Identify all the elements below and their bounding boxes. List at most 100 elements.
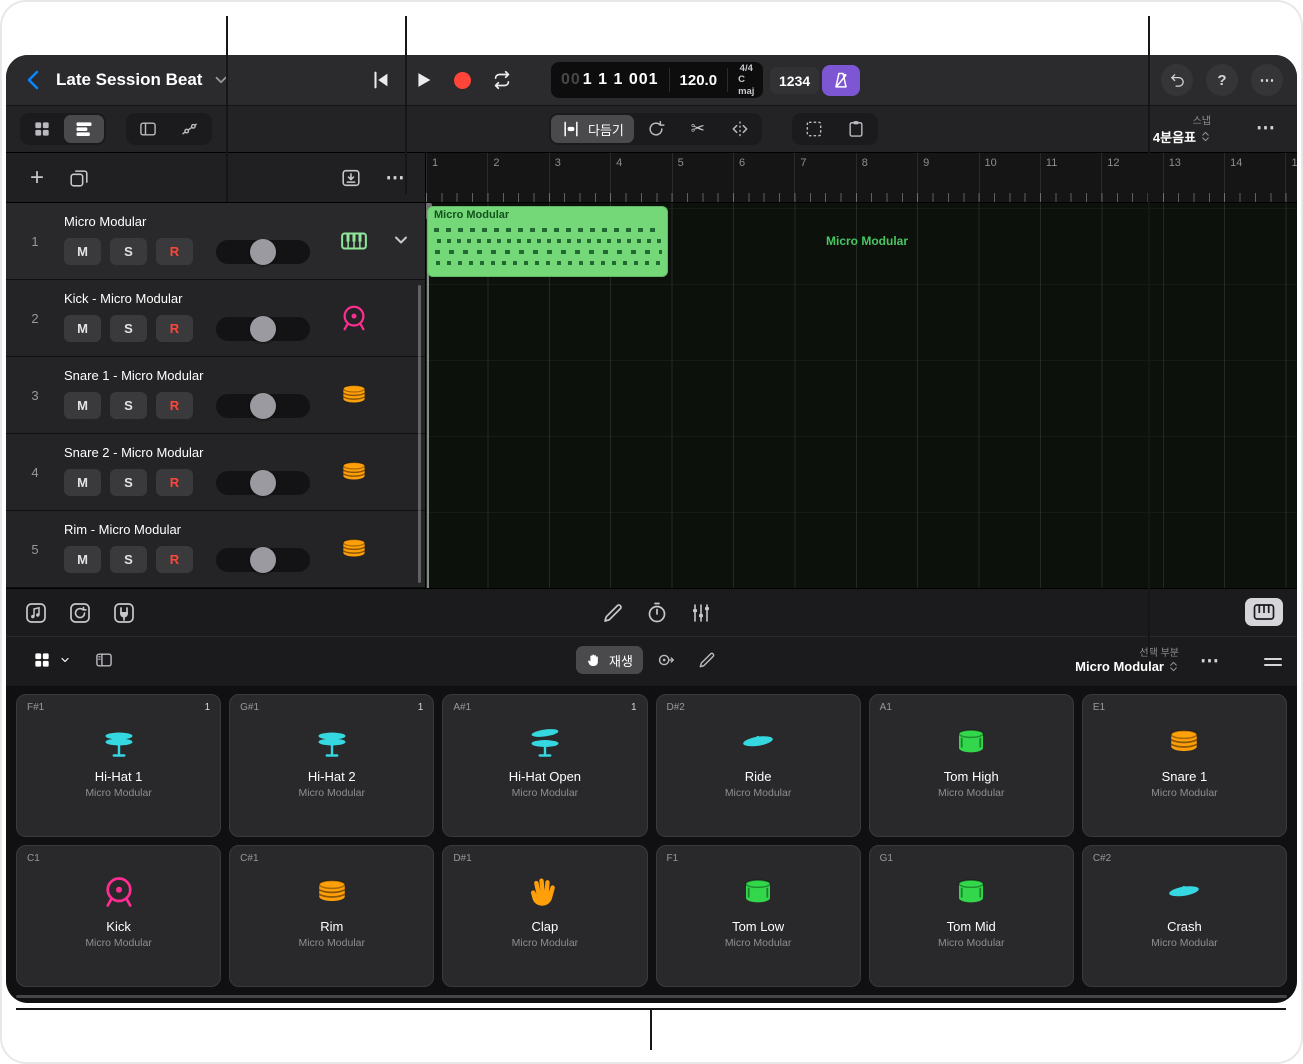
grid-view-button[interactable] [22,115,62,143]
automation-button[interactable] [170,115,210,143]
record-button[interactable] [454,72,471,89]
more-options-button[interactable]: ⋯ [1251,64,1283,96]
record-enable-button[interactable]: R [156,546,193,573]
tracks-view-button[interactable] [64,115,104,143]
back-button[interactable] [22,68,46,92]
solo-button[interactable]: S [110,469,147,496]
pad-sidebar-button[interactable] [84,646,124,674]
volume-slider[interactable] [216,471,310,495]
surface-handle-button[interactable] [1255,649,1281,675]
drum-pad[interactable]: F1 Tom Low Micro Modular [656,845,861,988]
pad-note-label: D#2 [667,702,685,713]
volume-slider[interactable] [216,548,310,572]
track-list-scrollbar[interactable] [418,285,421,583]
snap-setting[interactable]: 스냅 4분음표 [1153,112,1211,146]
track-row[interactable]: 2 Kick - Micro Modular M S R [6,280,425,357]
save-to-track-button[interactable] [338,165,364,191]
record-enable-button[interactable]: R [156,238,193,265]
record-enable-button[interactable]: R [156,392,193,419]
track-row[interactable]: 1 Micro Modular M S R [6,203,425,280]
volume-knob[interactable] [250,547,276,573]
snare-icon [1166,724,1202,760]
plugins-button[interactable] [112,601,136,625]
split-tool-button[interactable]: ✂ [678,115,718,143]
track-row[interactable]: 5 Rim - Micro Modular M S R [6,511,425,588]
mute-button[interactable]: M [64,546,101,573]
record-enable-button[interactable]: R [156,469,193,496]
pad-grid-view-button[interactable] [22,646,81,674]
mute-button[interactable]: M [64,392,101,419]
undo-button[interactable] [1161,64,1193,96]
volume-slider[interactable] [216,317,310,341]
play-button[interactable] [412,69,434,91]
drum-pad[interactable]: D#2 Ride Micro Modular [656,694,861,837]
lcd-display[interactable]: 001 1 1 001 120.0 4/4 C maj [551,62,763,98]
drum-pad[interactable]: D#1 Clap Micro Modular [442,845,647,988]
mute-button[interactable]: M [64,315,101,342]
count-in-button[interactable]: 1234 [770,67,819,94]
solo-button[interactable]: S [110,546,147,573]
playhead-position: 001 1 1 001 [561,71,659,89]
drum-pad[interactable]: F#11 Hi-Hat 1 Micro Modular [16,694,221,837]
cycle-button[interactable] [491,69,513,91]
trim-tool-button[interactable]: 다듬기 [551,115,634,143]
duplicate-track-button[interactable] [66,165,92,191]
quantize-button[interactable] [645,601,669,625]
volume-slider[interactable] [216,240,310,264]
surface-more-button[interactable]: ⋯ [1194,649,1225,674]
play-mode-label: 재생 [609,651,633,670]
drum-pad[interactable]: C#1 Rim Micro Modular [229,845,434,988]
bar-ruler[interactable]: 123456789101112131415 [426,153,1297,202]
loop-tool-button[interactable] [636,115,676,143]
pad-subtitle: Micro Modular [938,787,1005,799]
volume-knob[interactable] [250,393,276,419]
volume-knob[interactable] [250,470,276,496]
help-button[interactable]: ? [1206,64,1238,96]
solo-button[interactable]: S [110,392,147,419]
mute-button[interactable]: M [64,469,101,496]
pad-subtitle: Micro Modular [1151,937,1218,949]
drum-pad[interactable]: C#2 Crash Micro Modular [1082,845,1287,988]
drum-pad[interactable]: A1 Tom High Micro Modular [869,694,1074,837]
volume-knob[interactable] [250,316,276,342]
solo-button[interactable]: S [110,238,147,265]
surface-mode-switcher: 재생 [574,644,729,676]
play-mode-button[interactable]: 재생 [576,646,643,674]
drum-pad[interactable]: A#11 Hi-Hat Open Micro Modular [442,694,647,837]
track-expand-button[interactable] [385,227,413,255]
record-enable-button[interactable]: R [156,315,193,342]
drum-pad[interactable]: C1 Kick Micro Modular [16,845,221,988]
marquee-tool-button[interactable] [794,115,834,143]
play-surface-toggle-button[interactable] [1245,598,1283,626]
drawer-resize-handle[interactable] [16,995,1287,998]
track-row[interactable]: 4 Snare 2 - Micro Modular M S R [6,434,425,511]
drum-pad[interactable]: G#11 Hi-Hat 2 Micro Modular [229,694,434,837]
pencil-tool-button[interactable] [601,601,625,625]
pad-grid-icon [32,650,52,670]
mixer-button[interactable] [689,601,713,625]
loop-browser-button[interactable] [68,601,92,625]
edit-more-button[interactable]: ⋯ [1250,116,1281,141]
add-track-button[interactable]: + [24,165,50,191]
divide-tool-button[interactable] [720,115,760,143]
volume-knob[interactable] [250,239,276,265]
media-browser-button[interactable] [24,601,48,625]
inspector-button[interactable] [128,115,168,143]
paste-button[interactable] [836,115,876,143]
drum-pad[interactable]: G1 Tom Mid Micro Modular [869,845,1074,988]
tracks-area[interactable]: Micro Modular Micro Modular [426,203,1297,588]
solo-button[interactable]: S [110,315,147,342]
drum-pad[interactable]: E1 Snare 1 Micro Modular [1082,694,1287,837]
volume-slider[interactable] [216,394,310,418]
edit-mode-button[interactable] [687,646,727,674]
tracks-view-icon [74,119,94,139]
metronome-button[interactable] [822,65,860,96]
mute-button[interactable]: M [64,238,101,265]
midi-region[interactable]: Micro Modular [427,206,668,277]
aim-mode-button[interactable] [645,646,685,674]
go-to-beginning-button[interactable] [370,69,392,91]
play-surface-header: 재생 선택 부분 Micro Modular ⋯ [6,636,1297,686]
track-row[interactable]: 3 Snare 1 - Micro Modular M S R [6,357,425,434]
track-list-header: + ⋯ [6,153,426,202]
selection-picker[interactable]: 선택 부분 Micro Modular [1075,644,1179,674]
